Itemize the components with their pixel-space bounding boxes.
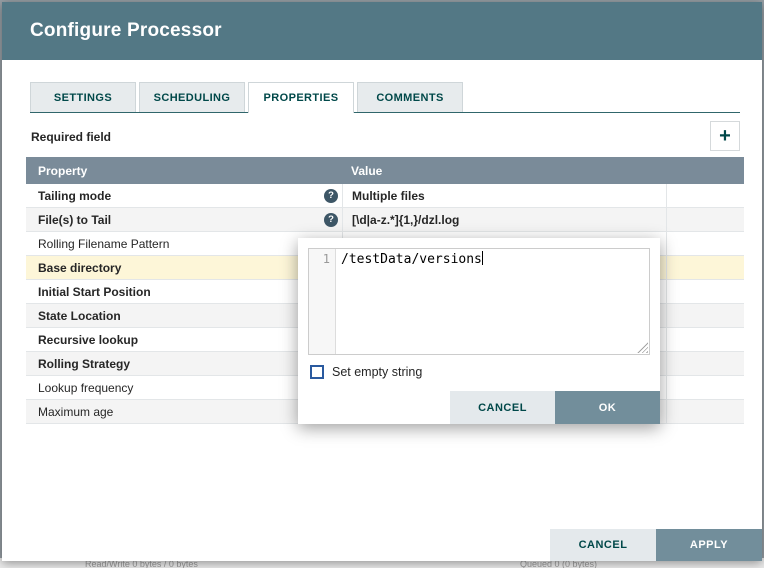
column-header-value: Value — [342, 164, 744, 178]
dialog-apply-button[interactable]: APPLY — [656, 529, 762, 561]
table-row: File(s) to Tail?[\d|a-z.*]{1,}/dzl.log — [26, 208, 744, 232]
dialog-header: Configure Processor — [2, 2, 762, 60]
required-field-label: Required field — [31, 130, 111, 144]
property-name: Base directory — [38, 261, 121, 275]
property-name-cell: Rolling Strategy — [26, 352, 342, 375]
add-property-button[interactable]: + — [710, 121, 740, 151]
set-empty-string-row: Set empty string — [310, 365, 650, 379]
row-filler — [667, 376, 744, 399]
column-header-property: Property — [26, 164, 342, 178]
property-name-cell: Lookup frequency — [26, 376, 342, 399]
editor-code-line[interactable]: /testData/versions — [336, 249, 649, 354]
row-filler — [667, 400, 744, 423]
editor-line-gutter: 1 — [309, 249, 336, 354]
editor-button-bar: CANCEL OK — [298, 391, 660, 424]
property-name: Recursive lookup — [38, 333, 138, 347]
property-name-cell: Maximum age — [26, 400, 342, 423]
property-name-cell: Recursive lookup — [26, 328, 342, 351]
plus-icon: + — [719, 126, 731, 146]
configure-processor-dialog: Configure Processor SETTINGSSCHEDULINGPR… — [2, 2, 762, 561]
help-icon[interactable]: ? — [324, 189, 338, 203]
tab-properties[interactable]: PROPERTIES — [248, 82, 354, 113]
table-row: Tailing mode?Multiple files — [26, 184, 744, 208]
row-filler — [667, 184, 744, 207]
property-name: File(s) to Tail — [38, 213, 111, 227]
property-value-cell[interactable]: Multiple files — [342, 184, 667, 207]
property-name-cell: State Location — [26, 304, 342, 327]
row-filler — [667, 304, 744, 327]
tab-bar: SETTINGSSCHEDULINGPROPERTIESCOMMENTS — [30, 82, 740, 113]
tab-scheduling[interactable]: SCHEDULING — [139, 82, 245, 112]
property-name-cell: Initial Start Position — [26, 280, 342, 303]
row-filler — [667, 256, 744, 279]
tab-comments[interactable]: COMMENTS — [357, 82, 463, 112]
property-name-cell: Base directory — [26, 256, 342, 279]
property-name-cell: Rolling Filename Pattern — [26, 232, 342, 255]
tab-settings[interactable]: SETTINGS — [30, 82, 136, 112]
editor-line-number: 1 — [323, 252, 330, 266]
property-name-cell: Tailing mode? — [26, 184, 342, 207]
row-filler — [667, 352, 744, 375]
help-icon[interactable]: ? — [324, 213, 338, 227]
property-value-cell[interactable]: [\d|a-z.*]{1,}/dzl.log — [342, 208, 667, 231]
set-empty-string-checkbox[interactable] — [310, 365, 324, 379]
property-name: Maximum age — [38, 405, 113, 419]
row-filler — [667, 328, 744, 351]
editor-ok-button[interactable]: OK — [555, 391, 660, 424]
value-editor-textarea[interactable]: 1 /testData/versions — [308, 248, 650, 355]
property-name: Tailing mode — [38, 189, 111, 203]
dialog-title: Configure Processor — [30, 20, 222, 42]
text-caret — [482, 251, 483, 265]
property-name: State Location — [38, 309, 121, 323]
property-name: Lookup frequency — [38, 381, 133, 395]
set-empty-string-label: Set empty string — [332, 365, 422, 379]
row-filler — [667, 280, 744, 303]
property-name: Initial Start Position — [38, 285, 151, 299]
dialog-cancel-button[interactable]: CANCEL — [550, 529, 656, 561]
row-filler — [667, 208, 744, 231]
value-editor-popup: 1 /testData/versions Set empty string CA… — [298, 238, 660, 424]
editor-cancel-button[interactable]: CANCEL — [450, 391, 555, 424]
dialog-button-bar: CANCEL APPLY — [550, 529, 762, 561]
property-name: Rolling Strategy — [38, 357, 130, 371]
editor-text: /testData/versions — [341, 252, 482, 267]
table-header-row: Property Value — [26, 157, 744, 184]
property-name: Rolling Filename Pattern — [38, 237, 169, 251]
row-filler — [667, 232, 744, 255]
property-name-cell: File(s) to Tail? — [26, 208, 342, 231]
